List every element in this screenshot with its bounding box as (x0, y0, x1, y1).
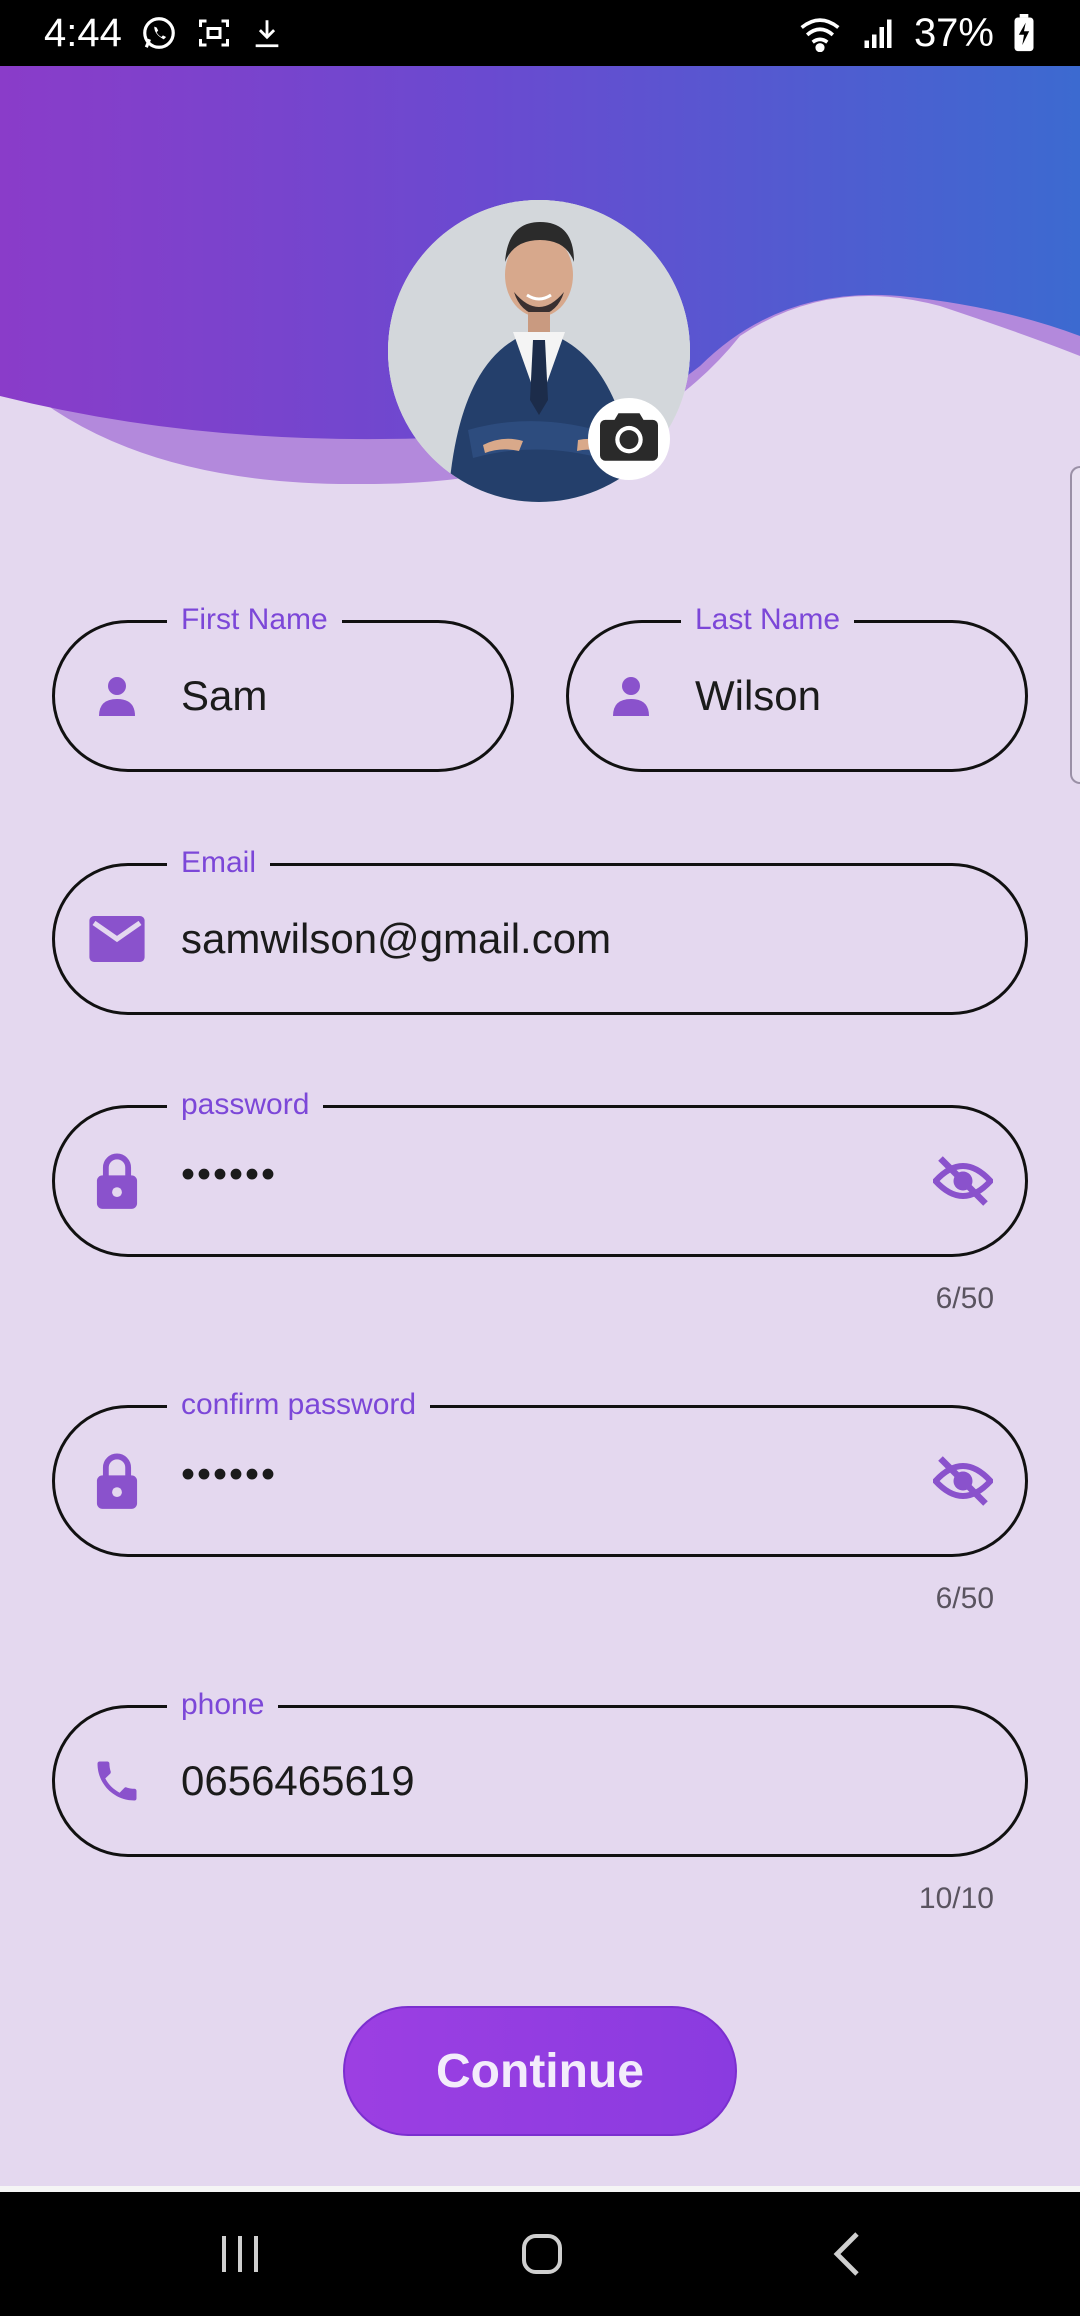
phone-input[interactable]: 0656465619 (181, 1757, 415, 1805)
person-icon (89, 668, 145, 724)
navigation-bar (0, 2192, 1080, 2316)
email-field[interactable]: Email samwilson@gmail.com (52, 844, 1028, 1015)
side-panel-handle[interactable] (1070, 466, 1080, 784)
mail-icon (89, 911, 145, 967)
password-label: password (167, 1086, 324, 1124)
first-name-field[interactable]: First Name Sam (52, 601, 514, 772)
whatsapp-icon (140, 14, 178, 52)
screen-record-icon (196, 15, 232, 51)
person-icon (603, 668, 659, 724)
phone-icon (89, 1753, 145, 1809)
password-field[interactable]: password •••••• (52, 1086, 1028, 1257)
phone-field[interactable]: phone 0656465619 (52, 1686, 1028, 1857)
visibility-off-icon[interactable] (931, 1449, 995, 1513)
status-bar: 4:44 37% (0, 0, 1080, 66)
lock-icon (89, 1453, 145, 1509)
last-name-field[interactable]: Last Name Wilson (566, 601, 1028, 772)
password-counter: 6/50 (935, 1282, 994, 1315)
email-input[interactable]: samwilson@gmail.com (181, 915, 611, 963)
battery-percent: 37% (913, 10, 994, 55)
visibility-off-icon[interactable] (931, 1149, 995, 1213)
confirm-password-counter: 6/50 (935, 1582, 994, 1615)
first-name-input[interactable]: Sam (181, 672, 267, 720)
download-icon (250, 16, 284, 50)
wifi-icon (798, 14, 842, 52)
camera-icon (597, 408, 661, 471)
continue-button[interactable]: Continue (343, 2006, 737, 2136)
back-icon[interactable] (812, 2222, 882, 2286)
signal-icon (860, 15, 896, 51)
confirm-password-field[interactable]: confirm password •••••• (52, 1386, 1028, 1557)
email-label: Email (167, 844, 271, 882)
first-name-label: First Name (167, 601, 342, 639)
phone-label: phone (167, 1686, 279, 1724)
lock-icon (89, 1153, 145, 1209)
confirm-password-input[interactable]: •••••• (181, 1453, 277, 1498)
last-name-label: Last Name (681, 601, 855, 639)
last-name-input[interactable]: Wilson (695, 672, 821, 720)
password-input[interactable]: •••••• (181, 1153, 277, 1198)
change-photo-button[interactable] (588, 398, 670, 480)
confirm-password-label: confirm password (167, 1386, 431, 1424)
phone-counter: 10/10 (918, 1882, 994, 1915)
recents-icon[interactable] (205, 2222, 275, 2286)
battery-charging-icon (1012, 14, 1036, 52)
status-time: 4:44 (44, 10, 122, 55)
home-icon[interactable] (507, 2222, 577, 2286)
